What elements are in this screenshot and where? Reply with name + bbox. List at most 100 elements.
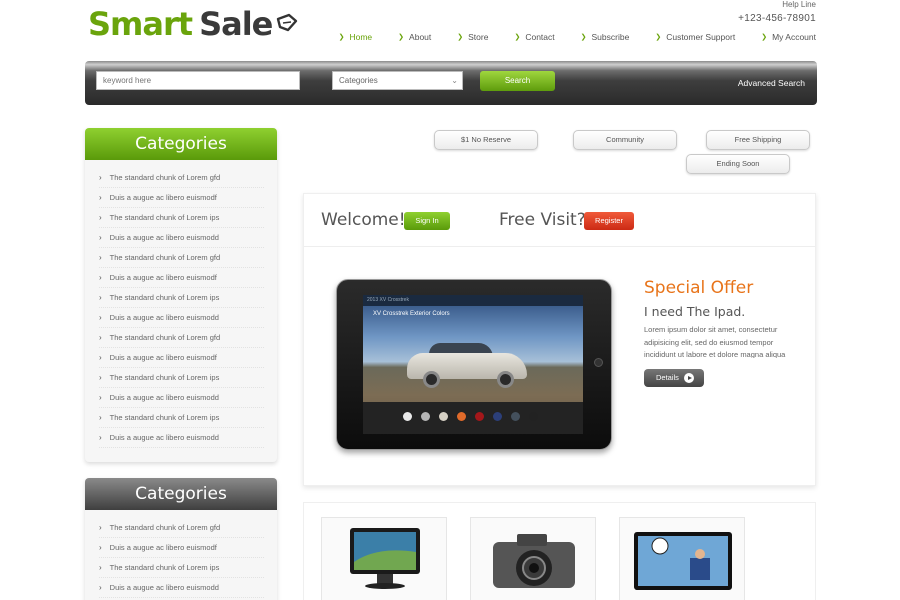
- category-item[interactable]: › Duis a augue ac libero euismodf: [99, 348, 264, 368]
- chevron-right-icon: ›: [99, 353, 102, 362]
- category-item[interactable]: › The standard chunk of Lorem gfd: [99, 168, 264, 188]
- search-button[interactable]: Search: [480, 71, 555, 91]
- chevron-right-icon: ›: [99, 563, 102, 572]
- category-item-label: Duis a augue ac libero euismodf: [109, 273, 217, 282]
- category-item[interactable]: › Duis a augue ac libero euismodf: [99, 268, 264, 288]
- register-button[interactable]: Register: [584, 212, 634, 230]
- advanced-search-link[interactable]: Advanced Search: [738, 78, 805, 88]
- nav-item-label: My Account: [772, 32, 816, 42]
- tag-community-button[interactable]: Community: [573, 130, 677, 150]
- chevron-right-icon: ›: [99, 313, 102, 322]
- nav-item-label: Contact: [525, 32, 555, 42]
- color-swatch: [475, 412, 484, 421]
- welcome-heading: Welcome!: [321, 210, 406, 230]
- nav-item-customer-support[interactable]: ❯ Customer Support: [655, 32, 735, 42]
- tv-icon: [634, 532, 732, 590]
- category-item-label: The standard chunk of Lorem gfd: [109, 173, 221, 182]
- category-item[interactable]: › The standard chunk of Lorem ips: [99, 288, 264, 308]
- category-item[interactable]: › Duis a augue ac libero euismodd: [99, 228, 264, 248]
- screen-top-bar: 2013 XV Crosstrek: [363, 295, 583, 306]
- color-swatch: [439, 412, 448, 421]
- category-item[interactable]: › The standard chunk of Lorem gfd: [99, 248, 264, 268]
- tag-ending-soon-button[interactable]: Ending Soon: [686, 154, 790, 174]
- featured-panel: Welcome! Sign In Free Visit? Register 20…: [303, 193, 816, 486]
- nav-item-my-account[interactable]: ❯ My Account: [761, 32, 816, 42]
- main-nav: ❯ Home ❯ About ❯ Store ❯ Contact ❯ Subscribe …: [339, 32, 816, 42]
- category-item-label: The standard chunk of Lorem gfd: [109, 523, 221, 532]
- color-swatch: [403, 412, 412, 421]
- categories-title: Categories: [85, 478, 277, 510]
- search-input[interactable]: [96, 71, 300, 90]
- chevron-right-icon: ❯: [457, 34, 464, 41]
- product-card-camera[interactable]: [470, 517, 596, 600]
- category-item-label: Duis a augue ac libero euismodf: [109, 543, 217, 552]
- category-item[interactable]: › The standard chunk of Lorem ips: [99, 208, 264, 228]
- nav-item-contact[interactable]: ❯ Contact: [514, 32, 554, 42]
- category-item-label: Duis a augue ac libero euismodd: [109, 313, 219, 322]
- category-item[interactable]: › Duis a augue ac libero euismodd: [99, 388, 264, 408]
- chevron-right-icon: ❯: [514, 34, 521, 41]
- monitor-icon: [350, 528, 420, 589]
- categories-box-2: Categories › The standard chunk of Lorem …: [85, 478, 277, 600]
- chevron-right-icon: ›: [99, 213, 102, 222]
- category-item[interactable]: › The standard chunk of Lorem gfd: [99, 328, 264, 348]
- chevron-down-icon: ⌄: [451, 76, 458, 85]
- category-item[interactable]: › Duis a augue ac libero euismodd: [99, 578, 264, 598]
- offer-subtitle: I need The Ipad.: [644, 304, 746, 319]
- details-label: Details: [656, 373, 679, 382]
- color-swatch: [457, 412, 466, 421]
- free-visit-heading: Free Visit?: [499, 210, 586, 230]
- category-select[interactable]: Categories ⌄: [332, 71, 463, 90]
- color-swatch: [511, 412, 520, 421]
- chevron-right-icon: ›: [99, 333, 102, 342]
- category-item-label: The standard chunk of Lorem ips: [109, 213, 220, 222]
- category-list: › The standard chunk of Lorem gfd › Duis a…: [85, 160, 277, 448]
- nav-item-about[interactable]: ❯ About: [398, 32, 431, 42]
- helpline-label: Help Line: [782, 0, 816, 9]
- nav-item-store[interactable]: ❯ Store: [457, 32, 488, 42]
- color-swatch: [421, 412, 430, 421]
- play-icon: [684, 373, 694, 383]
- nav-item-home[interactable]: ❯ Home: [339, 32, 373, 42]
- sign-in-button[interactable]: Sign In: [404, 212, 450, 230]
- phone-number: +123-456-78901: [738, 13, 816, 24]
- category-item[interactable]: › The standard chunk of Lorem ips: [99, 558, 264, 578]
- category-item-label: Duis a augue ac libero euismodf: [109, 193, 217, 202]
- brand-logo[interactable]: Smart Sale: [88, 4, 299, 44]
- category-item-label: The standard chunk of Lorem ips: [109, 293, 220, 302]
- chevron-right-icon: ›: [99, 393, 102, 402]
- color-swatch: [529, 412, 538, 421]
- category-item[interactable]: › Duis a augue ac libero euismodd: [99, 308, 264, 328]
- chevron-right-icon: ›: [99, 583, 102, 592]
- search-bar: Categories ⌄ Search Advanced Search: [85, 61, 817, 105]
- category-item[interactable]: › Duis a augue ac libero euismodf: [99, 538, 264, 558]
- camera-icon: [493, 534, 575, 588]
- tag-no-reserve-button[interactable]: $1 No Reserve: [434, 130, 538, 150]
- category-item[interactable]: › The standard chunk of Lorem gfd: [99, 518, 264, 538]
- category-item[interactable]: › Duis a augue ac libero euismodd: [99, 428, 264, 448]
- category-item-label: Duis a augue ac libero euismodf: [109, 353, 217, 362]
- nav-item-subscribe[interactable]: ❯ Subscribe: [581, 32, 630, 42]
- category-item[interactable]: › The standard chunk of Lorem ips: [99, 408, 264, 428]
- chevron-right-icon: ›: [99, 173, 102, 182]
- ipad-home-button: [594, 358, 603, 367]
- ipad-screen: 2013 XV Crosstrek XV Crosstrek Exterior …: [363, 295, 583, 434]
- category-item[interactable]: › The standard chunk of Lorem ips: [99, 368, 264, 388]
- product-card-monitor[interactable]: [321, 517, 447, 600]
- welcome-row: Welcome! Sign In Free Visit? Register: [304, 194, 815, 247]
- category-item[interactable]: › Duis a augue ac libero euismodf: [99, 188, 264, 208]
- category-item-label: Duis a augue ac libero euismodd: [109, 233, 219, 242]
- details-button[interactable]: Details: [644, 369, 704, 387]
- nav-item-label: Subscribe: [591, 32, 630, 42]
- categories-box-1: Categories › The standard chunk of Lorem …: [85, 128, 277, 462]
- car-wheel: [423, 371, 440, 388]
- tag-free-shipping-button[interactable]: Free Shipping: [706, 130, 810, 150]
- products-panel: [303, 502, 816, 600]
- chevron-right-icon: ›: [99, 193, 102, 202]
- chevron-right-icon: ›: [99, 433, 102, 442]
- categories-title: Categories: [85, 128, 277, 160]
- category-item-label: The standard chunk of Lorem ips: [109, 563, 220, 572]
- product-card-tv[interactable]: [619, 517, 745, 600]
- chevron-right-icon: ❯: [580, 34, 587, 41]
- nav-item-label: Store: [468, 32, 489, 42]
